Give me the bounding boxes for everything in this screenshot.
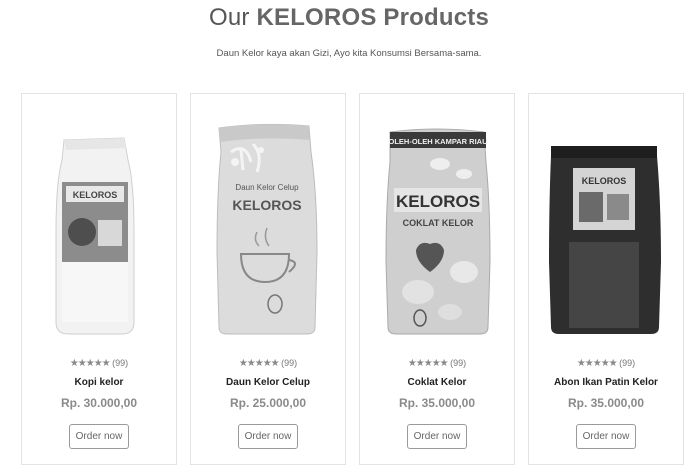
order-now-button[interactable]: Order now bbox=[69, 424, 129, 449]
product-card: OLEH-OLEH KAMPAR RIAU KELOROS COKLAT KEL… bbox=[359, 93, 515, 465]
review-count: (99) bbox=[450, 358, 467, 368]
review-count: (99) bbox=[619, 358, 636, 368]
rating-stars: ★★★★★ bbox=[576, 358, 618, 369]
rating: ★★★★★ (99) bbox=[191, 358, 345, 369]
product-card: KELOROS ★★★★★ (99) Kopi kelor Rp. 30.000… bbox=[21, 93, 177, 465]
product-name[interactable]: Daun Kelor Celup bbox=[191, 377, 345, 388]
order-now-button[interactable]: Order now bbox=[407, 424, 467, 449]
package-brand-text: KELOROS bbox=[582, 176, 627, 186]
title-brand: KELOROS Products bbox=[256, 4, 490, 31]
package-caption-text: Daun Kelor Celup bbox=[235, 183, 299, 192]
title-prefix: Our bbox=[208, 4, 250, 31]
package-caption-text: COKLAT KELOR bbox=[403, 218, 474, 228]
section-subtitle: Daun Kelor kaya akan Gizi, Ayo kita Kons… bbox=[216, 48, 482, 59]
package-banner-text: OLEH-OLEH KAMPAR RIAU bbox=[388, 137, 487, 146]
product-price: Rp. 30.000,00 bbox=[60, 396, 138, 410]
review-count: (99) bbox=[112, 358, 129, 368]
order-now-button[interactable]: Order now bbox=[238, 424, 298, 449]
product-image[interactable]: KELOROS bbox=[529, 122, 683, 340]
product-name[interactable]: Kopi kelor bbox=[22, 377, 176, 388]
rating-stars: ★★★★★ bbox=[238, 358, 280, 369]
product-name[interactable]: Abon Ikan Patin Kelor bbox=[529, 377, 683, 388]
order-now-button[interactable]: Order now bbox=[576, 424, 636, 449]
product-card: Daun Kelor Celup KELOROS ★★★★★ (99) Daun… bbox=[190, 93, 346, 465]
product-price: Rp. 35.000,00 bbox=[567, 396, 645, 410]
product-price: Rp. 35.000,00 bbox=[398, 396, 476, 410]
review-count: (99) bbox=[281, 358, 298, 368]
product-image[interactable]: Daun Kelor Celup KELOROS bbox=[191, 122, 345, 340]
product-price: Rp. 25.000,00 bbox=[229, 396, 307, 410]
products-section: Our KELOROS Products Daun Kelor kaya aka… bbox=[0, 0, 698, 472]
rating: ★★★★★ (99) bbox=[360, 358, 514, 369]
package-brand-text: KELOROS bbox=[232, 197, 301, 213]
rating: ★★★★★ (99) bbox=[529, 358, 683, 369]
rating-stars: ★★★★★ bbox=[407, 358, 449, 369]
package-brand-text: KELOROS bbox=[396, 192, 480, 211]
package-brand-text: KELOROS bbox=[73, 190, 118, 200]
product-card: KELOROS ★★★★★ (99) Abon Ikan Patin Kelor… bbox=[528, 93, 684, 465]
product-image[interactable]: OLEH-OLEH KAMPAR RIAU KELOROS COKLAT KEL… bbox=[360, 122, 514, 340]
product-name[interactable]: Coklat Kelor bbox=[360, 377, 514, 388]
rating: ★★★★★ (99) bbox=[22, 358, 176, 369]
section-title: Our KELOROS Products bbox=[0, 4, 698, 32]
rating-stars: ★★★★★ bbox=[69, 358, 111, 369]
product-image[interactable]: KELOROS bbox=[22, 122, 176, 340]
